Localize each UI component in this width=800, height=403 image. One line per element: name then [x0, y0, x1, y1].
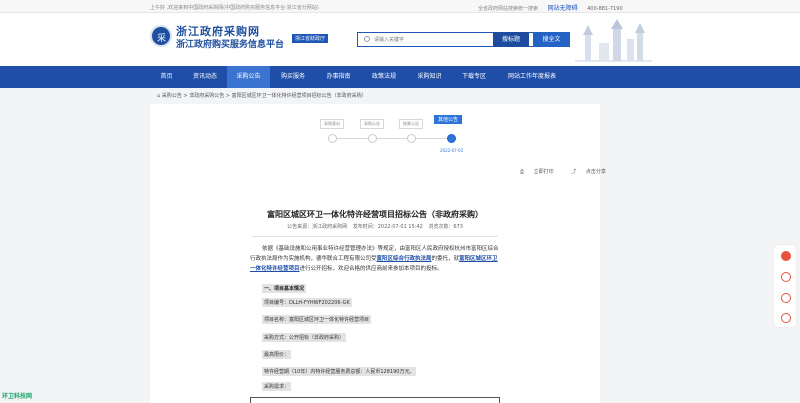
nav-news[interactable]: 资讯动态 [183, 66, 227, 88]
share-icon: ⤴ [571, 169, 577, 175]
top-utility-bar: 上午好 ,欢迎来到中国政府采购网(中国政府购买服务信息平台·浙江省分网站) 全省… [0, 0, 800, 13]
search-title-button[interactable]: 搜标题 [493, 32, 529, 47]
field-fee-total: 特许经营期（10年）内特许经营服务费总额：人民币128190万元。 [262, 367, 417, 376]
feedback-icon[interactable] [781, 293, 791, 303]
meta-source: 公告来源：浙江政府采购网 [287, 224, 348, 230]
flow-node [407, 134, 416, 143]
message-icon[interactable] [781, 313, 791, 323]
breadcrumb-current: 富阳区城区环卫一体化特许经营项目招标公告（非政府采购） [231, 93, 367, 99]
agency-link[interactable]: 富阳区综合行政执法局 [377, 256, 432, 262]
nav-downloads[interactable]: 下载专区 [452, 66, 496, 88]
mascot-icon[interactable] [781, 251, 791, 261]
share-button[interactable]: ⤴ 点击分享 [571, 169, 614, 175]
accessibility-link[interactable]: 网站无障碍 [548, 5, 578, 12]
field-method: 采购方式：公开招标（非政府采购） [262, 333, 347, 342]
hotline-number: 400-881-7190 [587, 6, 623, 12]
nav-procurement-notice[interactable]: 采购公告 [227, 66, 270, 88]
flow-node [368, 134, 377, 143]
flow-node [328, 134, 337, 143]
article-meta: 公告来源：浙江政府采购网 发布时间：2022-07-01 15:42 浏览次数：… [150, 223, 600, 230]
skyline-decoration-icon [575, 19, 652, 62]
unified-search-link[interactable]: 全省政府网站搜索统一搜索 [478, 6, 538, 12]
search-box: 搜标题 搜全文 [357, 32, 570, 47]
breadcrumb-separator: > [225, 93, 230, 99]
article-panel: 采购意向 采购公告 结果公告 其他公告 2022-07-01 ⎙ 立即打印 ⤴ … [150, 104, 606, 403]
breadcrumb-item[interactable]: 采购公告 [162, 93, 182, 99]
flow-step-result[interactable]: 结果公告 [399, 119, 423, 129]
breadcrumb: ⌂ 采购公告 > 非政府采购公告 > 富阳区城区环卫一体化特许经营项目招标公告（… [157, 92, 367, 99]
breadcrumb-item[interactable]: 非政府采购公告 [189, 93, 224, 99]
site-subtitle: 浙江政府购买服务信息平台 [176, 40, 285, 50]
floating-service-bar [773, 244, 797, 328]
field-project-no: 项目编号：DLLH-FYHWF202206-GK [262, 298, 352, 307]
nav-policy[interactable]: 政策法规 [361, 66, 407, 88]
watermark-badge: 环卫科技网 [2, 393, 33, 400]
section-heading: 一、项目基本情况 [262, 284, 307, 293]
meta-time: 发布时间：2022-07-01 15:42 [352, 224, 423, 230]
main-nav: 首页 资讯动态 采购公告 购买服务 办事指南 政策法规 采购知识 下载专区 网站… [0, 66, 800, 88]
article-title: 富阳区城区环卫一体化特许经营项目招标公告（非政府采购） [267, 210, 483, 219]
search-fulltext-button[interactable]: 搜全文 [533, 32, 570, 47]
region-tag[interactable]: 浙江省财政厅 [292, 34, 329, 43]
flow-step-other[interactable]: 其他公告 [434, 115, 463, 124]
flow-active-date: 2022-07-01 [440, 148, 464, 153]
field-max-price: 最高限价： [262, 350, 292, 359]
nav-knowledge[interactable]: 采购知识 [407, 66, 452, 88]
flow-step-notice[interactable]: 采购公告 [360, 119, 384, 129]
field-project-name: 项目名称：富阳区城区环卫一体化特许经营项目 [262, 315, 372, 324]
article-intro: 依据《基础设施和公用事业特许经营管理办法》等规定，由富阳区人民政府授权杭州市富阳… [250, 246, 499, 272]
top-links: 全省政府网站搜索统一搜索 网站无障碍 400-881-7190 [478, 3, 631, 12]
welcome-text: 上午好 ,欢迎来到中国政府采购网(中国政府购买服务信息平台·浙江省分网站) [150, 5, 319, 11]
flow-node-active [447, 134, 456, 143]
customer-service-icon[interactable] [781, 272, 791, 282]
logo-mark: 采 [157, 34, 167, 44]
search-icon [364, 36, 370, 42]
nav-home[interactable]: 首页 [150, 66, 183, 88]
nav-purchase-service[interactable]: 购买服务 [270, 66, 316, 88]
flow-step-intent[interactable]: 采购意向 [320, 119, 344, 129]
print-button[interactable]: ⎙ 立即打印 [520, 169, 562, 175]
breadcrumb-separator: > [183, 93, 188, 99]
title-divider [252, 236, 498, 237]
requirements-table [250, 397, 500, 403]
nav-guide[interactable]: 办事指南 [316, 66, 361, 88]
search-input[interactable] [374, 35, 492, 45]
field-requirements: 采购需求： [262, 382, 292, 391]
progress-line [333, 138, 452, 139]
print-icon: ⎙ [520, 169, 525, 175]
home-icon[interactable]: ⌂ [157, 93, 160, 99]
meta-views: 浏览次数：673 [428, 224, 463, 230]
site-logo-icon[interactable]: 采 [150, 25, 172, 47]
nav-annual-report[interactable]: 网站工作年度报表 [496, 66, 568, 88]
article-tools: ⎙ 立即打印 ⤴ 点击分享 [520, 168, 622, 175]
